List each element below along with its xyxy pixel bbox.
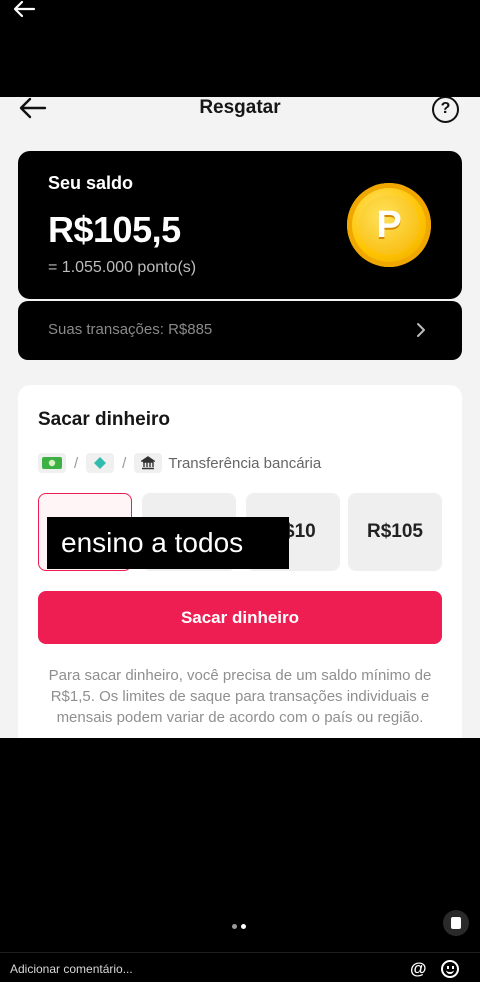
video-caption: ensino a todos	[47, 517, 289, 569]
bank-icon	[134, 453, 163, 473]
payment-method-label: Transferência bancária	[168, 454, 322, 472]
emoji-icon[interactable]	[441, 960, 459, 978]
coin-icon: P	[347, 183, 431, 267]
cash-icon	[38, 453, 66, 473]
balance-points: = 1.055.000 ponto(s)	[48, 259, 197, 276]
help-icon[interactable]: ?	[432, 97, 459, 123]
balance-label: Seu saldo	[48, 173, 134, 193]
path-separator: /	[122, 454, 127, 472]
app-screen: Resgatar ? Seu saldo R$105,5 = 1.055.000…	[0, 97, 480, 738]
withdraw-button[interactable]: Sacar dinheiro	[38, 591, 442, 644]
carousel-dot-active	[241, 924, 246, 929]
withdraw-note: Para sacar dinheiro, você precisa de um …	[48, 667, 432, 726]
mention-icon[interactable]: @	[410, 959, 427, 979]
amount-option[interactable]: R$105	[348, 493, 442, 571]
payment-method-path[interactable]: / / Transferência bancária	[38, 452, 321, 474]
comment-bar: Adicionar comentário... @	[0, 952, 480, 982]
comment-input[interactable]: Adicionar comentário...	[10, 962, 133, 976]
save-icon[interactable]	[443, 910, 469, 936]
pix-icon	[86, 453, 115, 473]
chevron-right-icon	[417, 323, 425, 337]
carousel-dot	[232, 924, 237, 929]
coin-letter: P	[359, 195, 419, 255]
back-arrow-icon[interactable]	[12, 0, 36, 18]
path-separator: /	[74, 454, 79, 472]
balance-amount: R$105,5	[48, 209, 181, 250]
carousel-dots	[232, 924, 246, 929]
navbar: Resgatar ?	[0, 97, 480, 123]
transactions-row[interactable]: Suas transações: R$885	[18, 301, 462, 360]
balance-card: Seu saldo R$105,5 = 1.055.000 ponto(s) P	[18, 151, 462, 299]
withdraw-title: Sacar dinheiro	[38, 409, 170, 430]
transactions-text: Suas transações: R$885	[48, 321, 213, 338]
page-title: Resgatar	[199, 97, 281, 118]
